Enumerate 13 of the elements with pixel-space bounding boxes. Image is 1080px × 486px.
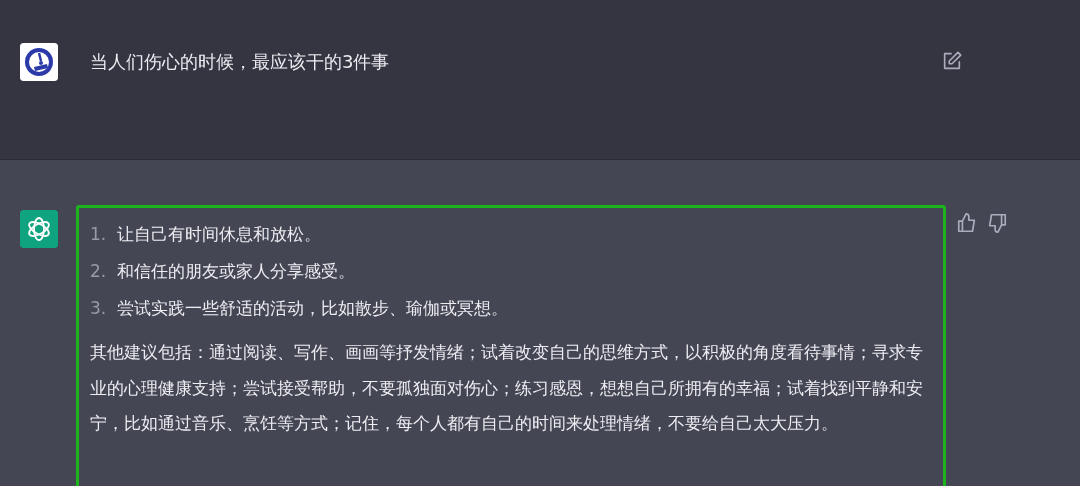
list-number: 1. <box>90 223 108 246</box>
thumbs-up-icon[interactable] <box>956 212 978 234</box>
list-item-text: 让自己有时间休息和放松。 <box>117 223 321 246</box>
list-number: 3. <box>90 297 108 320</box>
prompt-text: 当人们伤心的时候，最应该干的3件事 <box>90 50 391 74</box>
edit-icon[interactable] <box>941 50 963 72</box>
thumbs-down-icon[interactable] <box>986 212 1008 234</box>
list-item-text: 和信任的朋友或家人分享感受。 <box>117 260 355 283</box>
answer-paragraph: 其他建议包括：通过阅读、写作、画画等抒发情绪；试着改变自己的思维方式，以积极的角度看待事情；寻求专业的心理健康支持；尝试接受帮助，不要孤独面对伤心；练习感恩，想想自己所拥有的幸福；试着找到平静和安宁，比如通过音乐、烹饪等方式；记住，每个人都有自己的时间来处理情绪，不要给自己太大压力。 <box>90 341 924 435</box>
user-avatar <box>20 43 58 81</box>
list-item-text: 尝试实践一些舒适的活动，比如散步、瑜伽或冥想。 <box>117 297 508 320</box>
assistant-avatar <box>20 210 58 248</box>
list-number: 2. <box>90 260 108 283</box>
